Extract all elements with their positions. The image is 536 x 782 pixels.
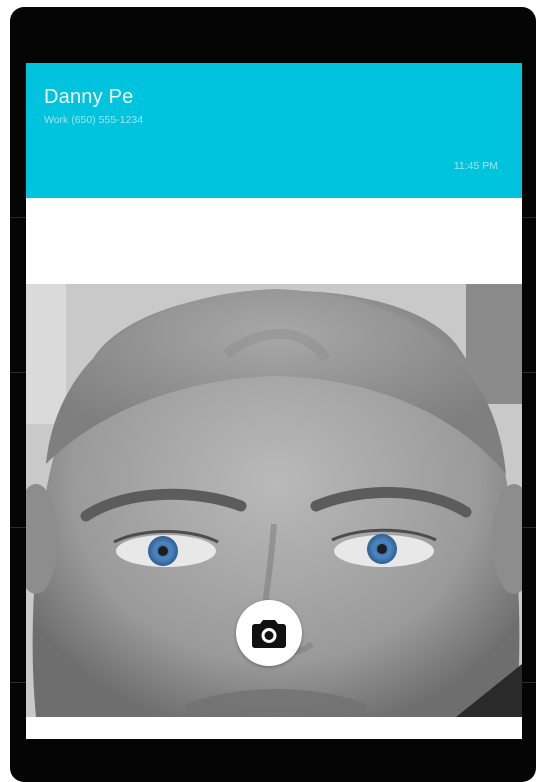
contact-info-area (26, 198, 522, 284)
caller-name: Danny Pe (44, 86, 134, 108)
caller-number: Work (650) 555-1234 (44, 114, 144, 126)
camera-button[interactable] (236, 600, 302, 666)
call-header: Danny Pe Work (650) 555-1234 11:45 PM (26, 63, 522, 198)
bottom-strip (26, 717, 522, 727)
call-time: 11:45 PM (453, 160, 498, 172)
camera-icon (252, 620, 286, 648)
